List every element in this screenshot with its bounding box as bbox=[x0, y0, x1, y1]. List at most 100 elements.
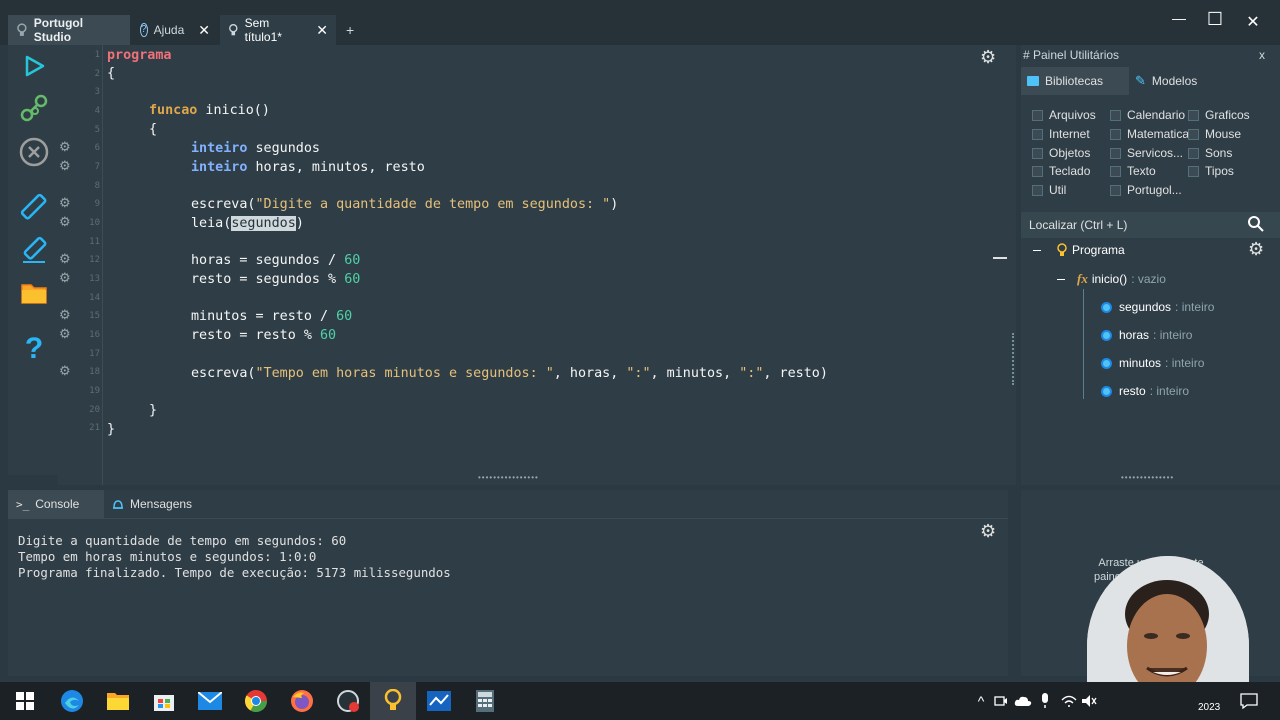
save-icon[interactable] bbox=[18, 191, 50, 223]
stop-icon[interactable] bbox=[18, 136, 50, 168]
tab-mensagens[interactable]: Mensagens bbox=[104, 490, 204, 518]
close-window-button[interactable]: ✕ bbox=[1238, 12, 1268, 32]
help-icon[interactable]: ? bbox=[18, 332, 50, 365]
library-checkbox[interactable]: Util bbox=[1032, 183, 1066, 197]
console-settings-icon[interactable]: ⚙ bbox=[980, 521, 996, 542]
checkbox[interactable] bbox=[1188, 128, 1199, 140]
checkbox[interactable] bbox=[1188, 109, 1199, 121]
portugol-lightbulb-icon[interactable] bbox=[380, 688, 406, 714]
code-text: ) bbox=[610, 197, 619, 212]
minimize-button[interactable]: — bbox=[1164, 10, 1194, 26]
library-checkbox[interactable]: Servicos... bbox=[1110, 146, 1183, 160]
breakpoint-icon[interactable]: ⚙ bbox=[59, 158, 71, 174]
debug-icon[interactable] bbox=[18, 92, 50, 124]
horizontal-splitter[interactable]: •••••••••••••••• bbox=[478, 473, 539, 482]
library-checkbox[interactable]: Matematica bbox=[1110, 127, 1189, 141]
checkbox[interactable] bbox=[1188, 165, 1199, 177]
tab-sem-titulo[interactable]: Sem título1* ✕ bbox=[220, 15, 336, 45]
calculator-icon[interactable] bbox=[472, 688, 498, 714]
tab-ajuda[interactable]: ? Ajuda ✕ bbox=[132, 15, 218, 45]
microphone-icon[interactable] bbox=[1032, 688, 1058, 714]
new-tab-button[interactable]: + bbox=[338, 15, 360, 45]
volume-icon[interactable] bbox=[1076, 688, 1102, 714]
checkbox[interactable] bbox=[1032, 109, 1043, 121]
breakpoint-icon[interactable]: ⚙ bbox=[59, 326, 71, 342]
line-number: 7 bbox=[94, 162, 100, 172]
collapse-icon[interactable] bbox=[1057, 279, 1065, 280]
file-explorer-icon[interactable] bbox=[105, 688, 131, 714]
breakpoint-icon[interactable]: ⚙ bbox=[59, 307, 71, 323]
tab-label: Console bbox=[35, 497, 80, 511]
store-icon[interactable] bbox=[151, 688, 177, 714]
open-folder-icon[interactable] bbox=[18, 277, 50, 309]
close-icon[interactable]: ✕ bbox=[316, 22, 328, 39]
mail-icon[interactable] bbox=[197, 688, 223, 714]
library-checkbox[interactable]: Teclado bbox=[1032, 164, 1090, 178]
breakpoint-icon[interactable]: ⚙ bbox=[59, 363, 71, 379]
save-as-icon[interactable] bbox=[18, 234, 50, 266]
fold-marker-icon[interactable] bbox=[993, 257, 1007, 259]
breakpoint-icon[interactable]: ⚙ bbox=[59, 270, 71, 286]
library-label: Mouse bbox=[1205, 127, 1242, 141]
code-editor[interactable]: 1 2 3 4 5 6 7 8 9 10 11 12 13 14 15 16 1… bbox=[58, 45, 1016, 485]
checkbox[interactable] bbox=[1032, 184, 1043, 196]
tree-settings-icon[interactable]: ⚙ bbox=[1248, 239, 1264, 260]
whiteboard-app-icon[interactable] bbox=[426, 688, 452, 714]
checkbox[interactable] bbox=[1110, 128, 1121, 140]
tree-node-programa[interactable]: Programa bbox=[1056, 243, 1125, 257]
code-text: escreva( bbox=[191, 366, 256, 381]
checkbox[interactable] bbox=[1110, 147, 1121, 159]
library-checkbox[interactable]: Tipos bbox=[1188, 164, 1234, 178]
tab-modelos[interactable]: ✎ Modelos bbox=[1129, 67, 1229, 95]
obs-recorder-icon[interactable] bbox=[335, 688, 361, 714]
horizontal-splitter[interactable]: •••••••••••••• bbox=[1121, 473, 1174, 482]
library-checkbox[interactable]: Arquivos bbox=[1032, 108, 1096, 122]
checkbox[interactable] bbox=[1032, 165, 1043, 177]
line-gutter: 1 2 3 4 5 6 7 8 9 10 11 12 13 14 15 16 1… bbox=[58, 45, 103, 485]
chrome-icon[interactable] bbox=[243, 688, 269, 714]
function-icon: fx bbox=[1077, 271, 1088, 286]
checkbox[interactable] bbox=[1032, 147, 1043, 159]
tab-portugol-studio[interactable]: Portugol Studio bbox=[8, 15, 130, 45]
tree-node-inicio[interactable]: fx inicio() : vazio bbox=[1077, 271, 1166, 287]
vertical-splitter[interactable] bbox=[1012, 333, 1014, 385]
tree-node-variable[interactable]: resto : inteiro bbox=[1101, 384, 1189, 398]
run-icon[interactable] bbox=[18, 50, 50, 82]
tree-node-variable[interactable]: segundos : inteiro bbox=[1101, 300, 1214, 314]
library-checkbox[interactable]: Sons bbox=[1188, 146, 1232, 160]
edge-icon[interactable] bbox=[59, 688, 85, 714]
clock[interactable]: 2023 bbox=[1198, 702, 1220, 713]
notifications-icon[interactable] bbox=[1236, 688, 1262, 714]
library-checkbox[interactable]: Internet bbox=[1032, 127, 1090, 141]
search-input[interactable]: Localizar (Ctrl + L) bbox=[1021, 212, 1280, 238]
breakpoint-icon[interactable]: ⚙ bbox=[59, 251, 71, 267]
firefox-icon[interactable] bbox=[289, 688, 315, 714]
line-number: 1 bbox=[94, 50, 100, 60]
tab-bibliotecas[interactable]: Bibliotecas bbox=[1021, 67, 1129, 95]
windows-start-icon[interactable] bbox=[12, 688, 38, 714]
checkbox[interactable] bbox=[1110, 109, 1121, 121]
library-checkbox[interactable]: Calendario bbox=[1110, 108, 1185, 122]
maximize-button[interactable]: ☐ bbox=[1200, 9, 1230, 30]
library-checkbox[interactable]: Objetos bbox=[1032, 146, 1090, 160]
checkbox[interactable] bbox=[1032, 128, 1043, 140]
breakpoint-icon[interactable]: ⚙ bbox=[59, 139, 71, 155]
breakpoint-icon[interactable]: ⚙ bbox=[59, 195, 71, 211]
tree-node-variable[interactable]: minutos : inteiro bbox=[1101, 356, 1204, 370]
tab-console[interactable]: >_ Console bbox=[8, 490, 104, 518]
library-checkbox[interactable]: Portugol... bbox=[1110, 183, 1182, 197]
close-icon[interactable]: x bbox=[1259, 48, 1265, 62]
library-checkbox[interactable]: Mouse bbox=[1188, 127, 1241, 141]
search-icon[interactable] bbox=[1247, 215, 1265, 238]
library-checkbox[interactable]: Graficos bbox=[1188, 108, 1250, 122]
tree-node-variable[interactable]: horas : inteiro bbox=[1101, 328, 1192, 342]
breakpoint-icon[interactable]: ⚙ bbox=[59, 214, 71, 230]
editor-settings-icon[interactable]: ⚙ bbox=[980, 47, 996, 68]
collapse-icon[interactable] bbox=[1033, 250, 1041, 251]
checkbox[interactable] bbox=[1110, 184, 1121, 196]
checkbox[interactable] bbox=[1188, 147, 1199, 159]
code-line: inteiro segundos bbox=[191, 141, 320, 156]
checkbox[interactable] bbox=[1110, 165, 1121, 177]
library-checkbox[interactable]: Texto bbox=[1110, 164, 1156, 178]
close-icon[interactable]: ✕ bbox=[198, 22, 210, 39]
